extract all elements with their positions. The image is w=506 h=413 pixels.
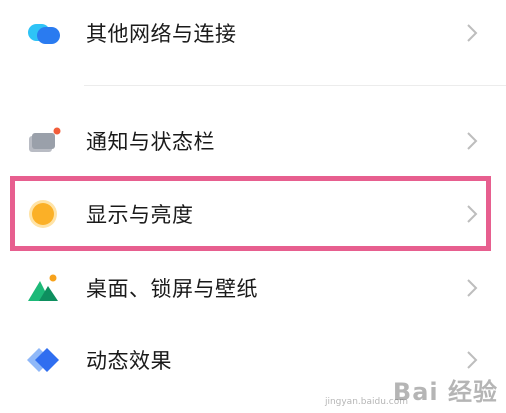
section-divider: [84, 85, 506, 86]
settings-item-display-brightness[interactable]: 显示与亮度: [0, 181, 506, 247]
chevron-right-icon: [467, 351, 478, 369]
settings-item-label: 动态效果: [86, 349, 172, 373]
settings-item-notifications[interactable]: 通知与状态栏: [0, 108, 506, 174]
settings-item-label: 显示与亮度: [86, 203, 194, 227]
watermark-url: jingyan.baidu.com: [324, 397, 408, 407]
brightness-sun-icon: [29, 200, 57, 228]
chevron-right-icon: [467, 205, 478, 223]
settings-item-label: 其他网络与连接: [86, 22, 237, 46]
wallpaper-mountain-icon: [28, 274, 58, 301]
settings-item-desktop-lockscreen-wallpaper[interactable]: 桌面、锁屏与壁纸: [0, 255, 506, 321]
settings-item-label: 桌面、锁屏与壁纸: [86, 277, 258, 301]
baidu-jingyan-watermark: Bai 经验 jingyan.baidu.com: [325, 372, 498, 407]
notification-card-icon: [29, 127, 61, 152]
settings-item-other-network[interactable]: 其他网络与连接: [0, 0, 506, 66]
settings-item-label: 通知与状态栏: [86, 130, 215, 154]
cloud-network-icon: [28, 24, 60, 44]
chevron-right-icon: [467, 132, 478, 150]
chevron-right-icon: [467, 279, 478, 297]
watermark-main: Bai 经验: [392, 378, 498, 406]
motion-diamond-icon: [27, 348, 59, 372]
chevron-right-icon: [467, 24, 478, 42]
